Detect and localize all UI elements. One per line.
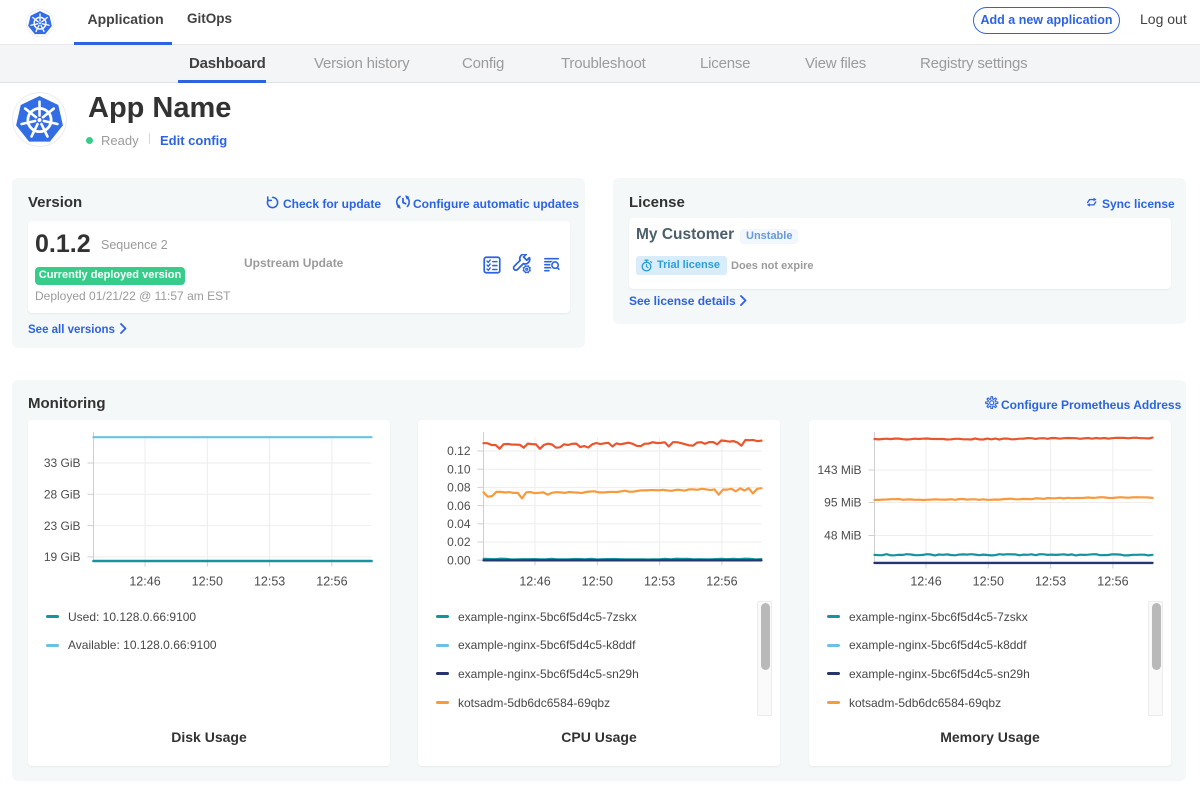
svg-text:12:53: 12:53 <box>644 575 675 589</box>
svg-text:12:50: 12:50 <box>192 575 223 589</box>
svg-text:12:50: 12:50 <box>973 575 1004 589</box>
svg-text:12:56: 12:56 <box>316 575 347 589</box>
svg-text:12:53: 12:53 <box>1035 575 1066 589</box>
svg-text:48 MiB: 48 MiB <box>824 529 861 543</box>
svg-text:12:56: 12:56 <box>706 575 737 589</box>
svg-text:95 MiB: 95 MiB <box>824 496 861 510</box>
svg-text:0.12: 0.12 <box>447 444 471 458</box>
svg-text:33 GiB: 33 GiB <box>44 456 81 470</box>
svg-text:0.08: 0.08 <box>447 481 471 495</box>
svg-text:12:50: 12:50 <box>582 575 613 589</box>
svg-text:0.10: 0.10 <box>447 462 471 476</box>
svg-text:12:56: 12:56 <box>1097 575 1128 589</box>
svg-text:12:46: 12:46 <box>910 575 941 589</box>
svg-text:12:46: 12:46 <box>129 575 160 589</box>
svg-text:19 GiB: 19 GiB <box>44 550 81 564</box>
svg-text:0.04: 0.04 <box>447 517 471 531</box>
svg-text:0.00: 0.00 <box>447 553 471 567</box>
svg-text:28 GiB: 28 GiB <box>44 488 81 502</box>
svg-text:12:53: 12:53 <box>254 575 285 589</box>
svg-text:143 MiB: 143 MiB <box>817 463 861 477</box>
svg-text:0.02: 0.02 <box>447 535 471 549</box>
svg-text:0.06: 0.06 <box>447 499 471 513</box>
svg-text:23 GiB: 23 GiB <box>44 519 81 533</box>
svg-text:12:46: 12:46 <box>519 575 550 589</box>
